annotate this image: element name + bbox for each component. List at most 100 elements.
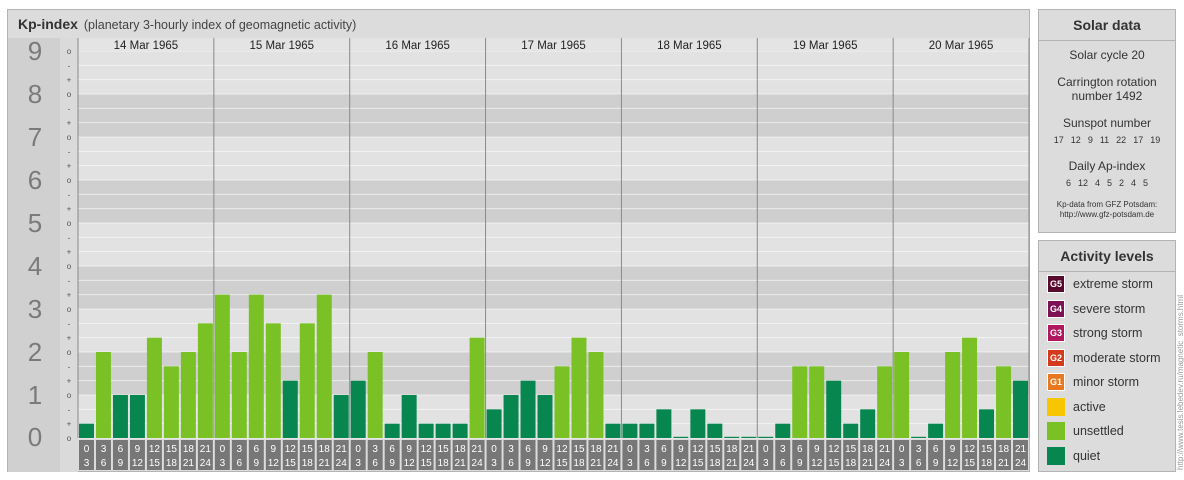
credit-link[interactable]: http://www.gfz-potsdam.de [1039, 210, 1175, 220]
hour-start-label: 15 [845, 444, 857, 455]
legend-swatch: G1 [1047, 373, 1065, 391]
hour-end-label: 3 [763, 458, 769, 469]
hour-start-label: 0 [627, 444, 633, 455]
hour-start-label: 12 [692, 444, 704, 455]
kp-bar [673, 436, 689, 438]
kp-bar [622, 423, 638, 438]
hour-start-label: 3 [916, 444, 922, 455]
hour-end-label: 15 [692, 458, 704, 469]
hour-end-label: 21 [455, 458, 467, 469]
y-subtick-label: - [68, 319, 71, 328]
hour-end-label: 21 [590, 458, 602, 469]
legend-item-moderate-storm: G2 moderate storm [1047, 348, 1161, 368]
y-subtick-label: + [67, 119, 72, 128]
kp-bar [554, 366, 570, 438]
hour-end-label: 21 [726, 458, 738, 469]
hour-end-label: 3 [491, 458, 497, 469]
kp-bar [231, 352, 247, 438]
ap-value: 2 [1119, 178, 1125, 188]
kp-bar [520, 380, 536, 438]
kp-bar [724, 436, 740, 438]
hour-start-label: 6 [389, 444, 395, 455]
kp-bar [860, 409, 876, 438]
hour-start-label: 15 [709, 444, 721, 455]
hour-start-label: 9 [678, 444, 684, 455]
legend-label: minor storm [1073, 375, 1139, 389]
hour-start-label: 12 [149, 444, 161, 455]
ap-value: 5 [1143, 178, 1149, 188]
y-tick-label: 7 [28, 122, 42, 152]
y-tick-label: 1 [28, 380, 42, 410]
carrington-line2: number 1492 [1071, 89, 1143, 103]
hour-end-label: 9 [254, 458, 260, 469]
hour-end-label: 6 [101, 458, 107, 469]
y-tick-label: 5 [28, 208, 42, 238]
hour-start-label: 0 [763, 444, 769, 455]
y-subtick-label: - [68, 362, 71, 371]
sunspot-value: 17 [1053, 135, 1064, 145]
y-subtick-label: o [67, 391, 72, 400]
y-subtick-label: + [67, 334, 72, 343]
hour-start-label: 0 [220, 444, 226, 455]
hour-start-label: 3 [508, 444, 514, 455]
y-subtick-label: o [67, 47, 72, 56]
kp-bar [435, 423, 451, 438]
hour-end-label: 24 [607, 458, 619, 469]
kp-bar [979, 409, 995, 438]
legend-item-quiet: quiet [1047, 446, 1100, 466]
hour-start-label: 15 [438, 444, 450, 455]
legend-label: severe storm [1073, 301, 1146, 316]
kp-bar [95, 352, 111, 438]
y-tick-label: 2 [28, 337, 42, 367]
legend-item-active: active [1047, 397, 1106, 417]
hour-end-label: 6 [644, 458, 650, 469]
grid-band [78, 51, 1029, 94]
hour-end-label: 15 [556, 458, 568, 469]
y-subtick-label: - [68, 405, 71, 414]
hour-end-label: 9 [797, 458, 803, 469]
hour-start-label: 12 [556, 444, 568, 455]
hour-start-label: 9 [542, 444, 548, 455]
kp-bar [282, 380, 298, 438]
watermark-url: http://www.tesis.lebedev.ru/magnetic_sto… [1176, 294, 1184, 470]
hour-end-label: 9 [933, 458, 939, 469]
hour-end-label: 24 [1015, 458, 1027, 469]
kp-bar [537, 395, 553, 438]
kp-bar [775, 423, 791, 438]
legend-item-strong-storm: G3 strong storm [1047, 323, 1142, 343]
hour-start-label: 9 [814, 444, 820, 455]
y-subtick-label: - [68, 147, 71, 156]
hour-end-label: 9 [525, 458, 531, 469]
sunspot-values: 17 12 9 11 22 17 19 [1039, 135, 1175, 145]
hour-end-label: 21 [998, 458, 1010, 469]
kp-index-panel: Kp-index (planetary 3-hourly index of geo… [7, 9, 1030, 472]
legend-label: moderate storm [1073, 350, 1161, 365]
hour-end-label: 24 [336, 458, 348, 469]
y-subtick-label: o [67, 434, 72, 443]
hour-end-label: 24 [200, 458, 212, 469]
hour-end-label: 9 [118, 458, 124, 469]
hour-end-label: 3 [84, 458, 90, 469]
hour-start-label: 12 [421, 444, 433, 455]
kp-bar [452, 423, 468, 438]
kp-bar [350, 380, 366, 438]
kp-bar [163, 366, 179, 438]
kp-bar [877, 366, 893, 438]
activity-levels-panel: Activity levels G5 extreme storm G4 severe … [1038, 240, 1176, 472]
kp-chart: 14 Mar 1965 15 Mar 1965 16 Mar 1965 17 Mar … [8, 36, 1030, 472]
kp-bar [809, 366, 825, 438]
hour-end-label: 15 [421, 458, 433, 469]
hour-start-label: 6 [118, 444, 124, 455]
kp-bar [690, 409, 706, 438]
legend-label: active [1073, 399, 1106, 414]
y-subtick-label: + [67, 76, 72, 85]
ap-values: 6 12 4 5 2 4 5 [1039, 178, 1175, 188]
y-subtick-label: - [68, 104, 71, 113]
y-subtick-label: + [67, 377, 72, 386]
hour-end-label: 15 [828, 458, 840, 469]
grid-band [78, 180, 1029, 223]
legend-label: quiet [1073, 448, 1101, 463]
kp-bar [996, 366, 1012, 438]
day-label: 19 Mar 1965 [793, 40, 858, 52]
kp-bar [911, 436, 927, 438]
